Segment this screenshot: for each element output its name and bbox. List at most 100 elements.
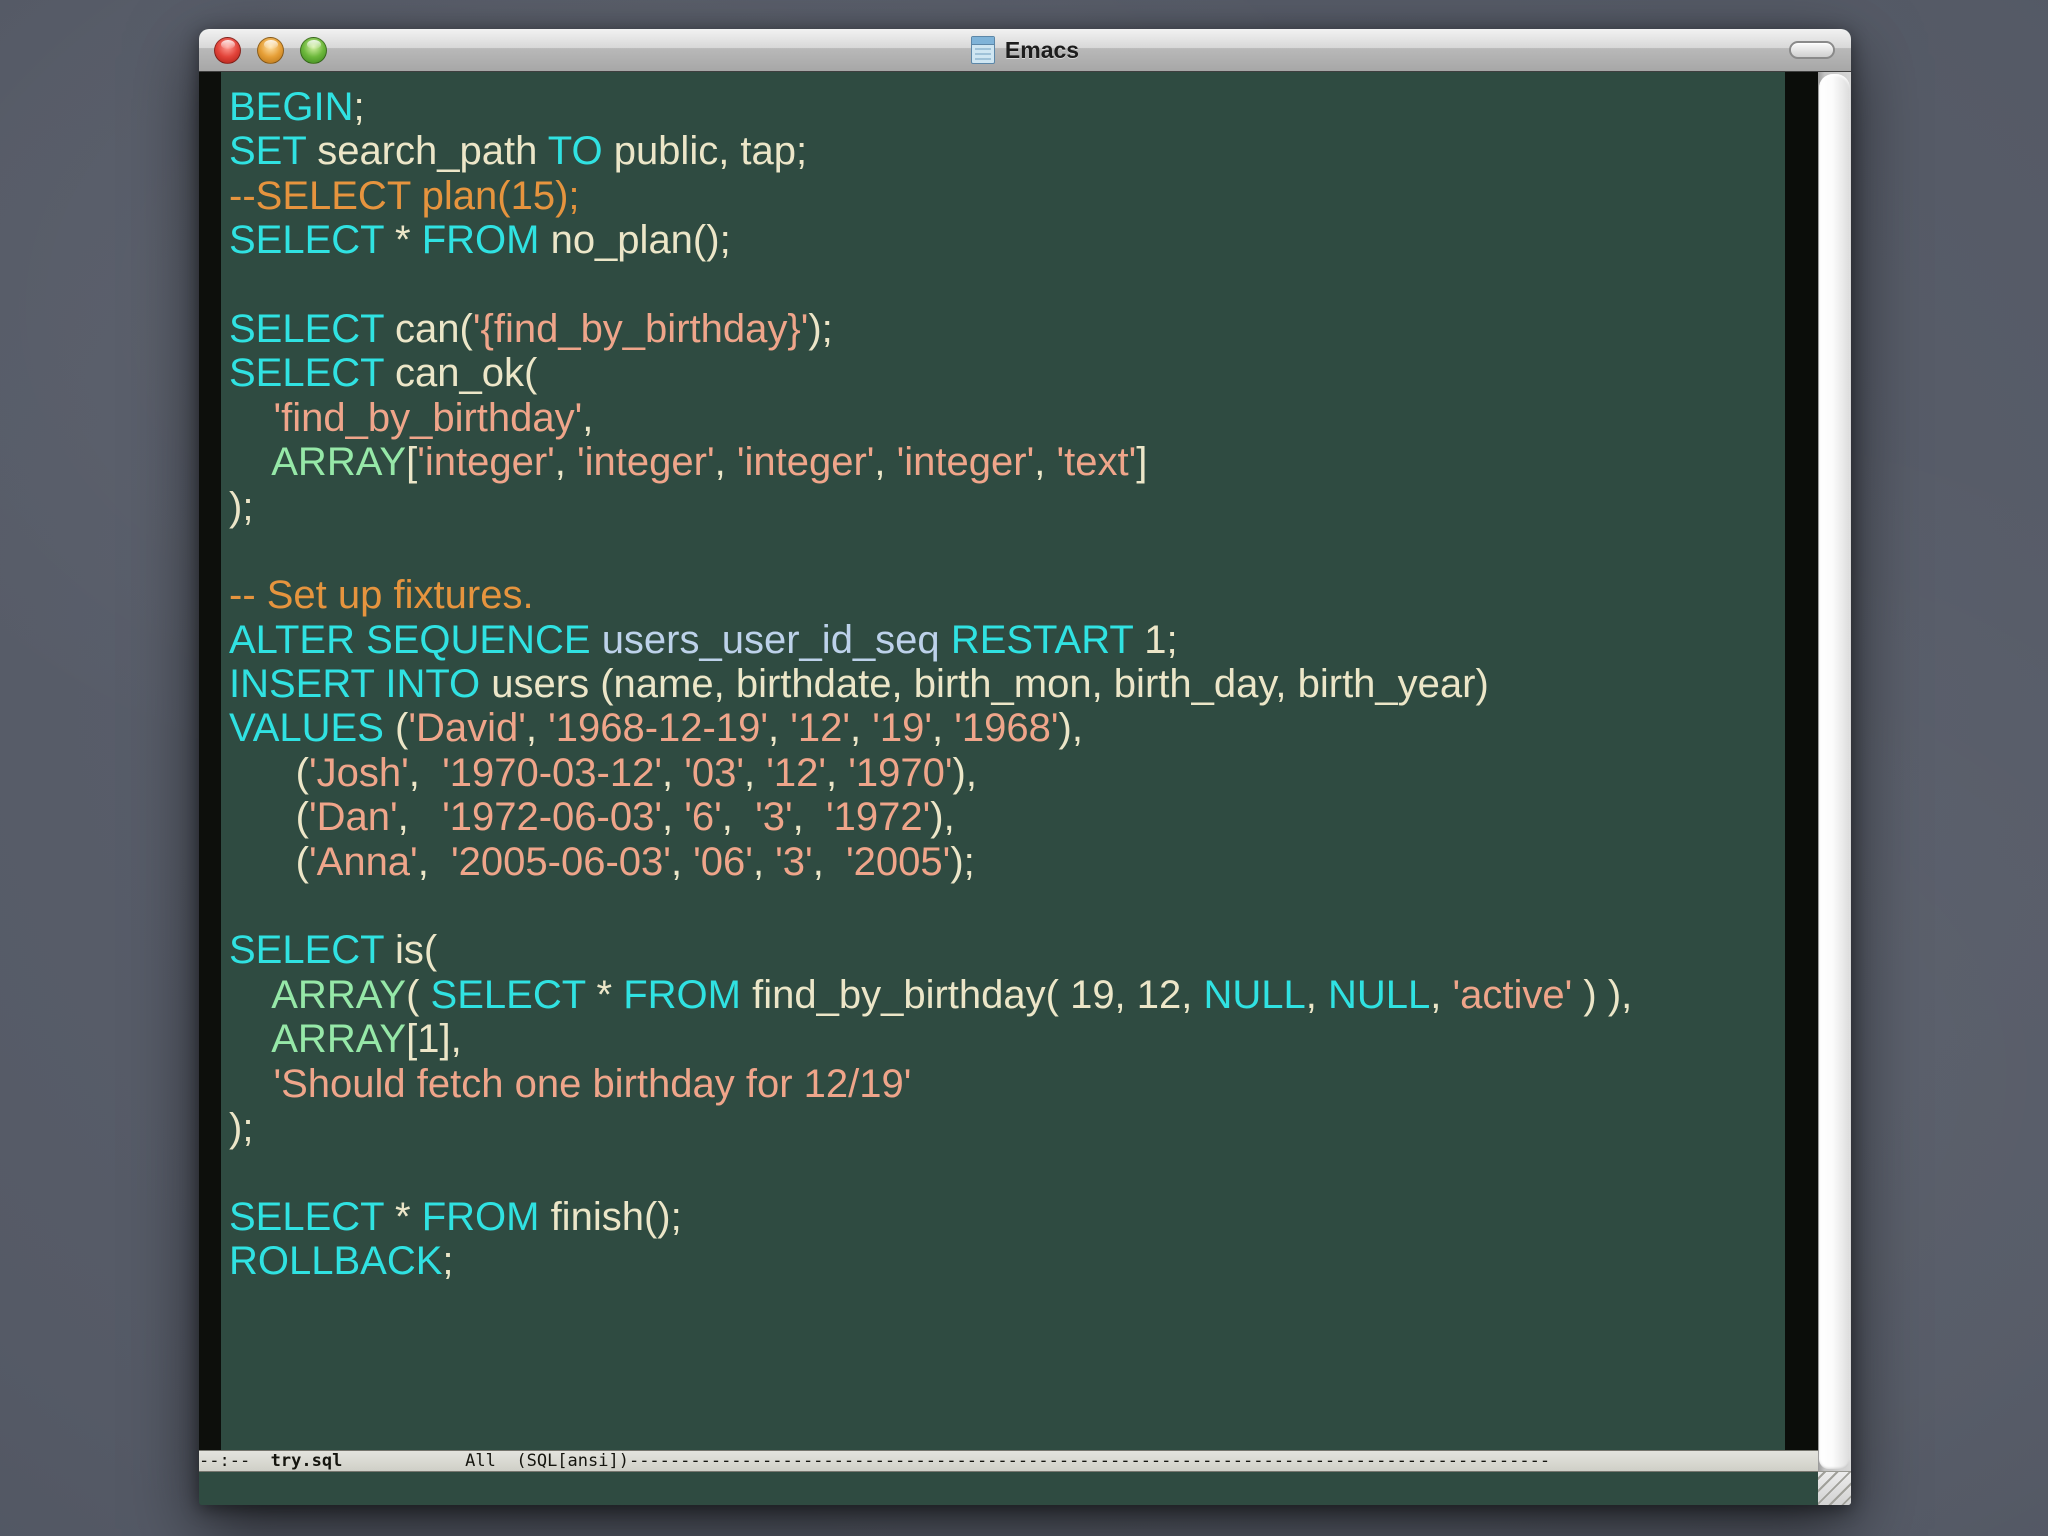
code-line: ('Anna', '2005-06-03', '06', '3', '2005'… — [229, 840, 1785, 884]
code-token: ALTER SEQUENCE — [229, 618, 591, 662]
code-token: FROM — [422, 1195, 540, 1239]
code-line: SET search_path TO public, tap; — [229, 129, 1785, 173]
emacs-app-icon — [971, 36, 995, 64]
modeline-gap — [496, 1451, 516, 1471]
code-token: ARRAY — [271, 1017, 406, 1061]
window-title: Emacs — [1005, 37, 1079, 64]
code-token: '1972' — [826, 795, 930, 839]
code-token: ( — [229, 840, 309, 884]
code-token: '1968-12-19' — [548, 706, 768, 750]
code-token: NULL — [1204, 973, 1306, 1017]
echo-area[interactable] — [199, 1472, 1818, 1505]
code-token: , — [793, 795, 826, 839]
code-line: --SELECT plan(15); — [229, 174, 1785, 218]
code-token: , — [874, 440, 896, 484]
code-line: ); — [229, 1106, 1785, 1150]
code-token: --SELECT plan(15); — [229, 174, 580, 218]
code-token: '6' — [684, 795, 722, 839]
code-line: -- Set up fixtures. — [229, 573, 1785, 617]
code-token: find_by_birthday( 19, 12, — [741, 973, 1204, 1017]
code-token: , — [715, 440, 737, 484]
code-token: ARRAY — [271, 440, 406, 484]
code-token: finish(); — [539, 1195, 681, 1239]
code-token: NULL — [1328, 973, 1430, 1017]
modeline-position: All — [465, 1451, 496, 1471]
code-token: TO — [548, 129, 603, 173]
code-token: can( — [384, 307, 473, 351]
code-token — [591, 618, 602, 662]
code-token: , — [826, 751, 848, 795]
collapse-widget[interactable] — [1789, 41, 1835, 59]
code-token — [229, 440, 271, 484]
code-token: , — [671, 840, 693, 884]
code-token: SELECT — [229, 1195, 384, 1239]
code-token: 1; — [1133, 618, 1177, 662]
code-token — [229, 1062, 273, 1106]
close-button[interactable] — [214, 37, 241, 64]
text-buffer[interactable]: BEGIN;SET search_path TO public, tap;--S… — [221, 72, 1785, 1450]
code-token: ] — [1136, 440, 1147, 484]
code-token: '1968' — [954, 706, 1058, 750]
code-token: 'active' — [1453, 973, 1573, 1017]
code-token: RESTART — [951, 618, 1133, 662]
code-line: SELECT can_ok( — [229, 351, 1785, 395]
code-token: -- Set up fixtures. — [229, 573, 534, 617]
code-token: , — [850, 706, 872, 750]
code-token: , — [582, 396, 593, 440]
code-token: , — [813, 840, 846, 884]
window-titlebar[interactable]: Emacs — [199, 29, 1851, 72]
code-token — [229, 396, 273, 440]
code-line: SELECT * FROM finish(); — [229, 1195, 1785, 1239]
code-token: can_ok( — [384, 351, 537, 395]
code-line: 'find_by_birthday', — [229, 396, 1785, 440]
code-token: 'Dan' — [309, 795, 398, 839]
code-token: , — [555, 440, 577, 484]
modeline-major-mode[interactable]: (SQL[ansi]) — [516, 1451, 629, 1471]
scrollbar[interactable] — [1818, 72, 1851, 1505]
code-token: , — [932, 706, 954, 750]
code-line: ARRAY[1], — [229, 1017, 1785, 1061]
mode-line[interactable]: --:-- try.sql All (SQL[ansi]) ----------… — [199, 1450, 1818, 1472]
code-token: ), — [930, 795, 954, 839]
code-line: VALUES ('David', '1968-12-19', '12', '19… — [229, 706, 1785, 750]
code-token: , — [753, 840, 775, 884]
code-token: 'Josh' — [309, 751, 409, 795]
code-token: BEGIN — [229, 85, 353, 129]
code-token: no_plan(); — [539, 218, 730, 262]
code-token: 'Anna' — [309, 840, 418, 884]
code-line — [229, 529, 1785, 573]
code-token: 'integer' — [577, 440, 715, 484]
code-token: , — [1034, 440, 1056, 484]
minimize-button[interactable] — [257, 37, 284, 64]
modeline-buffer-name[interactable]: try.sql — [271, 1451, 343, 1471]
code-token: ); — [229, 1106, 253, 1150]
code-token: , — [744, 751, 766, 795]
code-token: , — [409, 751, 442, 795]
code-token: public, tap; — [603, 129, 808, 173]
resize-grip-icon[interactable] — [1818, 1471, 1851, 1505]
code-line: 'Should fetch one birthday for 12/19' — [229, 1062, 1785, 1106]
code-token: SET — [229, 129, 306, 173]
code-token: ), — [1059, 706, 1083, 750]
code-token: [1], — [406, 1017, 462, 1061]
code-token: * — [384, 218, 422, 262]
code-token: '3' — [755, 795, 793, 839]
code-line: ('Dan', '1972-06-03', '6', '3', '1972'), — [229, 795, 1785, 839]
code-token: , — [418, 840, 451, 884]
code-token: , — [662, 751, 684, 795]
scrollbar-thumb[interactable] — [1819, 74, 1850, 1469]
code-token: 'find_by_birthday' — [273, 396, 582, 440]
code-token: SELECT — [229, 307, 384, 351]
code-token: INSERT INTO — [229, 662, 480, 706]
buffer-row: BEGIN;SET search_path TO public, tap;--S… — [199, 72, 1818, 1450]
code-token: ) ), — [1572, 973, 1632, 1017]
modeline-gap — [250, 1451, 270, 1471]
code-token: '{find_by_birthday}' — [473, 307, 809, 351]
code-token: '1970' — [848, 751, 952, 795]
zoom-button[interactable] — [300, 37, 327, 64]
code-token: '06' — [693, 840, 753, 884]
code-line — [229, 263, 1785, 307]
code-line: SELECT can('{find_by_birthday}'); — [229, 307, 1785, 351]
code-token: ( — [384, 706, 408, 750]
editor-column: BEGIN;SET search_path TO public, tap;--S… — [199, 72, 1818, 1505]
